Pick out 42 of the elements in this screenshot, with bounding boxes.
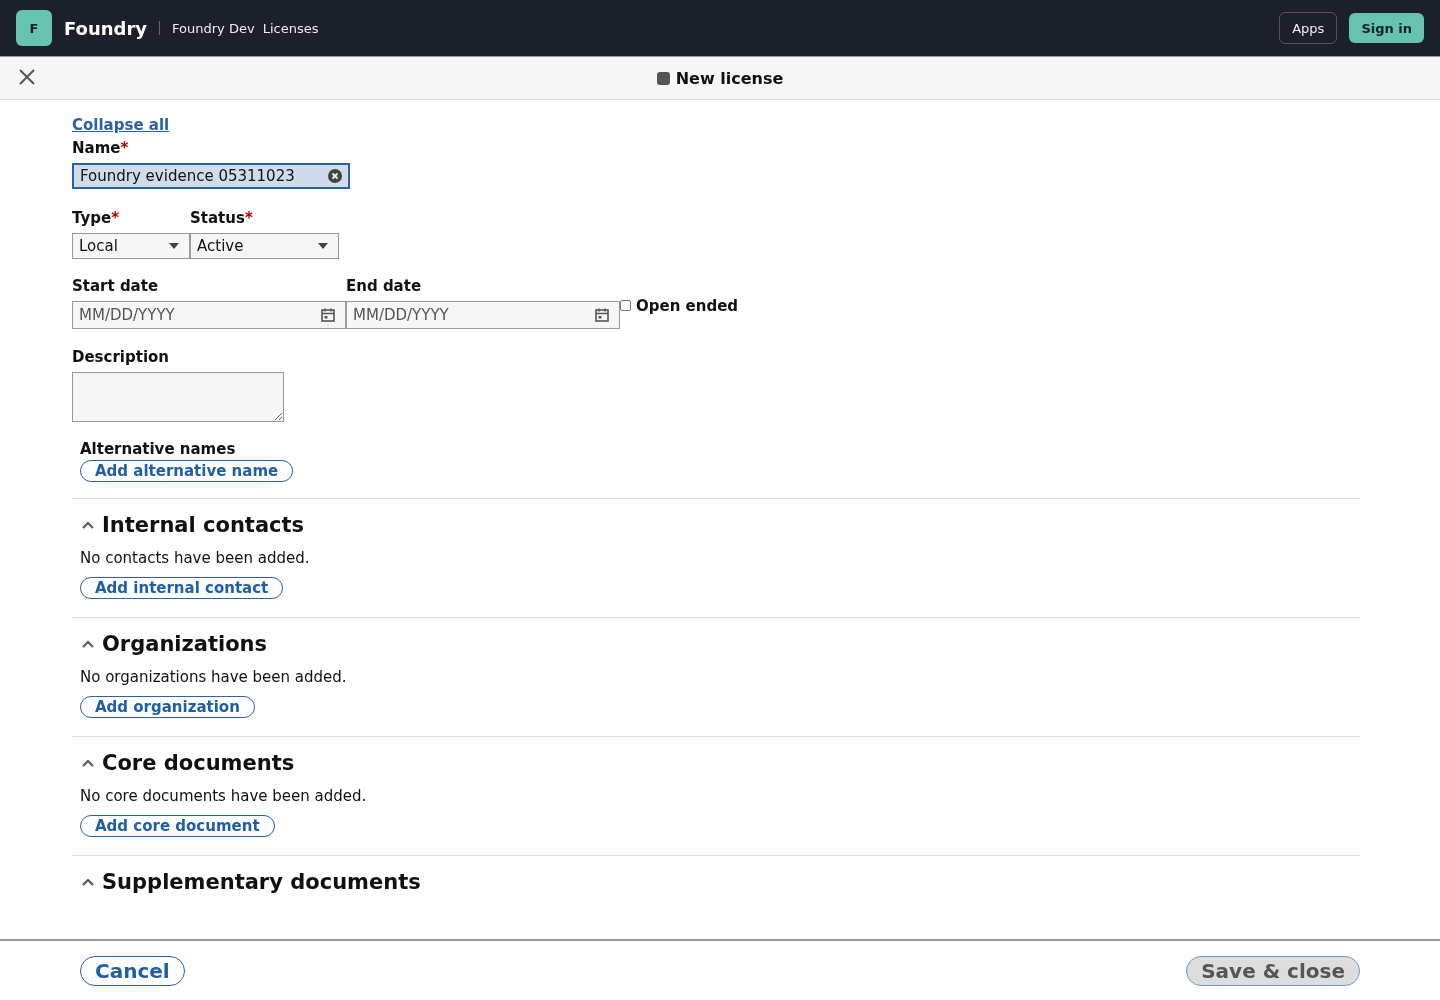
end-date-field[interactable]: MM/DD/YYYY bbox=[346, 301, 620, 329]
breadcrumb[interactable]: Licenses bbox=[262, 20, 319, 36]
checkbox[interactable] bbox=[620, 299, 631, 311]
caret-icon bbox=[169, 243, 179, 249]
apps-button[interactable]: Apps bbox=[1279, 12, 1338, 44]
section-title[interactable]: Internal contacts bbox=[102, 513, 305, 537]
add-alternative-name-button[interactable]: Add alternative name bbox=[80, 460, 294, 482]
calendar-icon[interactable] bbox=[594, 307, 610, 323]
field-label: Status* bbox=[190, 209, 254, 227]
section-title[interactable]: Core documents bbox=[102, 751, 295, 775]
collapse-all-link[interactable]: Collapse all bbox=[72, 116, 170, 134]
field-label: Alternative names bbox=[80, 440, 237, 458]
section-title[interactable]: Organizations bbox=[102, 632, 268, 656]
add-button[interactable]: Add core document bbox=[80, 815, 275, 837]
app-name[interactable]: Foundry bbox=[64, 17, 148, 39]
field-label: Type* bbox=[72, 209, 120, 227]
close-icon[interactable] bbox=[18, 68, 36, 86]
sign-in-button[interactable]: Sign in bbox=[1349, 13, 1424, 43]
breadcrumb[interactable]: Foundry Dev bbox=[172, 20, 255, 36]
caret-icon bbox=[318, 243, 328, 249]
status-select[interactable]: Active bbox=[190, 233, 339, 259]
empty-message: No core documents have been added. bbox=[80, 787, 368, 805]
type-select[interactable]: Local bbox=[72, 233, 190, 259]
logo[interactable]: F bbox=[16, 10, 52, 46]
name-field[interactable]: Foundry evidence 05311023 bbox=[72, 163, 350, 189]
checkbox-label: Open ended bbox=[636, 297, 739, 315]
field-label: End date bbox=[346, 277, 423, 295]
empty-message: No contacts have been added. bbox=[80, 549, 311, 567]
calendar-icon[interactable] bbox=[320, 307, 336, 323]
field-label: Name* bbox=[72, 139, 129, 157]
field-label: Start date bbox=[72, 277, 160, 295]
cancel-button[interactable]: Cancel bbox=[80, 955, 185, 986]
field-label: Description bbox=[72, 348, 170, 366]
section-title[interactable]: Supplementary documents bbox=[102, 870, 421, 894]
clear-icon[interactable] bbox=[328, 169, 342, 183]
license-icon bbox=[656, 71, 670, 85]
add-button[interactable]: Add organization bbox=[80, 696, 255, 718]
description-field[interactable] bbox=[72, 372, 284, 422]
empty-message: No organizations have been added. bbox=[80, 668, 348, 686]
add-button[interactable]: Add internal contact bbox=[80, 577, 284, 599]
start-date-field[interactable]: MM/DD/YYYY bbox=[72, 301, 346, 329]
pane-title: New license bbox=[675, 68, 784, 88]
